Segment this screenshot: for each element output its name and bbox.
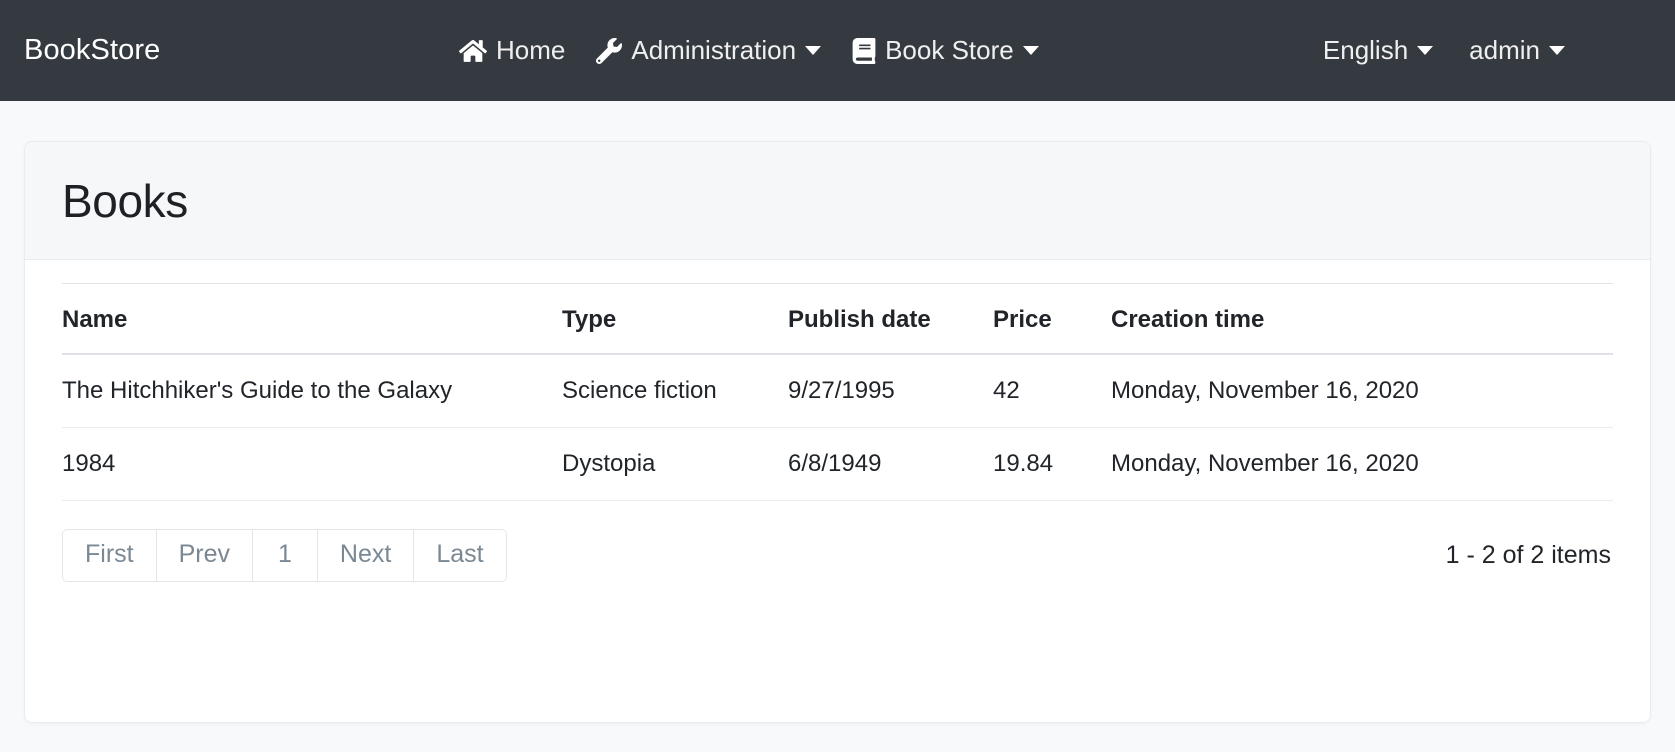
pagination-last-button[interactable]: Last: [413, 529, 506, 582]
table-body: The Hitchhiker's Guide to the Galaxy Sci…: [62, 354, 1613, 501]
nav-link-administration[interactable]: Administration: [596, 35, 821, 66]
card-body: Name Type Publish date Price Creation ti…: [25, 260, 1650, 582]
home-icon: [459, 38, 487, 64]
column-header-name[interactable]: Name: [62, 284, 562, 355]
user-menu-label: admin: [1469, 35, 1540, 66]
cell-price: 19.84: [993, 428, 1111, 501]
chevron-down-icon: [1417, 46, 1433, 55]
top-navbar: BookStore Home Administration: [0, 0, 1675, 101]
pagination: First Prev 1 Next Last: [62, 529, 507, 582]
page-content: Books Name Type Publish date Price Creat…: [0, 141, 1675, 723]
items-count-label: 1 - 2 of 2 items: [1446, 541, 1613, 570]
cell-type: Dystopia: [562, 428, 788, 501]
cell-publish-date: 9/27/1995: [788, 354, 993, 428]
cell-type: Science fiction: [562, 354, 788, 428]
column-header-type[interactable]: Type: [562, 284, 788, 355]
cell-price: 42: [993, 354, 1111, 428]
books-card: Books Name Type Publish date Price Creat…: [24, 141, 1651, 723]
nav-link-book-store[interactable]: Book Store: [852, 35, 1039, 66]
pagination-next-button[interactable]: Next: [317, 529, 413, 582]
table-footer: First Prev 1 Next Last 1 - 2 of 2 items: [62, 501, 1613, 582]
pagination-page-1-button[interactable]: 1: [252, 529, 317, 582]
pagination-first-button[interactable]: First: [62, 529, 156, 582]
language-selector-label: English: [1323, 35, 1408, 66]
cell-creation-time: Monday, November 16, 2020: [1111, 428, 1613, 501]
wrench-icon: [596, 38, 622, 64]
column-header-creation-time[interactable]: Creation time: [1111, 284, 1613, 355]
cell-publish-date: 6/8/1949: [788, 428, 993, 501]
column-header-price[interactable]: Price: [993, 284, 1111, 355]
language-selector[interactable]: English: [1323, 35, 1433, 66]
nav-link-book-store-label: Book Store: [885, 35, 1014, 66]
pagination-prev-button[interactable]: Prev: [156, 529, 252, 582]
navbar-right-links: English admin: [1323, 35, 1565, 66]
table-row[interactable]: 1984 Dystopia 6/8/1949 19.84 Monday, Nov…: [62, 428, 1613, 501]
nav-link-home[interactable]: Home: [459, 35, 565, 66]
book-icon: [852, 38, 876, 64]
cell-creation-time: Monday, November 16, 2020: [1111, 354, 1613, 428]
page-title: Books: [62, 178, 188, 224]
card-header: Books: [25, 142, 1650, 260]
user-menu[interactable]: admin: [1469, 35, 1565, 66]
nav-link-home-label: Home: [496, 35, 565, 66]
cell-name: The Hitchhiker's Guide to the Galaxy: [62, 354, 562, 428]
chevron-down-icon: [1549, 46, 1565, 55]
table-head: Name Type Publish date Price Creation ti…: [62, 284, 1613, 355]
chevron-down-icon: [1023, 46, 1039, 55]
chevron-down-icon: [805, 46, 821, 55]
cell-name: 1984: [62, 428, 562, 501]
nav-link-administration-label: Administration: [631, 35, 796, 66]
navbar-center-links: Home Administration Book Store: [459, 35, 1039, 66]
navbar-brand[interactable]: BookStore: [24, 34, 160, 67]
table-row[interactable]: The Hitchhiker's Guide to the Galaxy Sci…: [62, 354, 1613, 428]
table-header-row: Name Type Publish date Price Creation ti…: [62, 284, 1613, 355]
books-table: Name Type Publish date Price Creation ti…: [62, 283, 1613, 501]
column-header-publish-date[interactable]: Publish date: [788, 284, 993, 355]
